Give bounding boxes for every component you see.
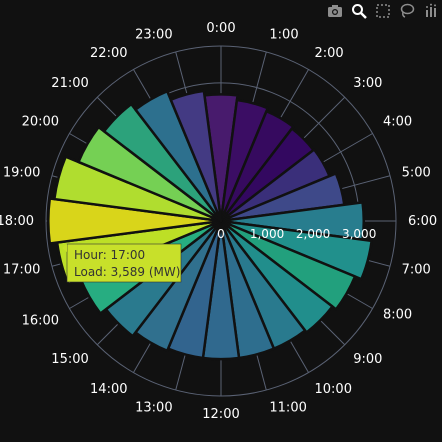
angular-tick-label: 15:00	[51, 352, 88, 367]
angular-tick-label: 19:00	[3, 166, 40, 181]
bar-series	[47, 89, 373, 361]
angular-tick-label: 6:00	[408, 214, 437, 229]
lasso-icon[interactable]	[398, 2, 416, 20]
angular-tick-label: 17:00	[3, 262, 40, 277]
angular-tick-label: 5:00	[402, 166, 431, 181]
angular-tick-label: 13:00	[135, 401, 172, 416]
polar-bar-chart: 0:00 1:00 2:00 3:00 4:00 5:00 6:00 7:00 8:00 9:00…	[0, 21, 437, 422]
hover-tooltip: Hour: 17:00 Load: 3,589 (MW)	[62, 243, 182, 283]
camera-icon[interactable]	[326, 2, 344, 20]
plotly-logo-icon[interactable]	[422, 2, 440, 20]
angular-tick-label: 21:00	[51, 76, 88, 91]
radial-tick-label: 2,000	[296, 227, 330, 241]
angular-tick-label: 12:00	[202, 407, 239, 422]
angular-tick-label: 1:00	[269, 27, 298, 42]
angular-tick-label: 3:00	[353, 76, 382, 91]
angular-tick-label: 0:00	[206, 21, 235, 36]
angular-tick-label: 20:00	[22, 115, 59, 130]
angular-tick-label: 4:00	[383, 115, 412, 130]
angular-tick-label: 18:00	[0, 214, 34, 229]
angular-tick-label: 10:00	[315, 382, 352, 397]
angular-tick-label: 2:00	[315, 46, 344, 61]
radial-tick-label: 1,000	[250, 227, 284, 241]
angular-tick-label: 22:00	[90, 46, 127, 61]
modebar	[326, 2, 440, 20]
tooltip-hour: Hour: 17:00	[74, 248, 145, 262]
angular-tick-label: 9:00	[353, 352, 382, 367]
angular-tick-label: 7:00	[402, 262, 431, 277]
angular-tick-label: 11:00	[269, 401, 306, 416]
select-box-icon[interactable]	[374, 2, 392, 20]
angular-tick-label: 14:00	[90, 382, 127, 397]
angular-tick-label: 23:00	[135, 27, 172, 42]
angular-tick-label: 8:00	[383, 308, 412, 323]
radial-tick-label: 3,000	[342, 227, 376, 241]
angular-tick-label: 16:00	[22, 314, 59, 329]
radial-tick-label: 0	[217, 227, 225, 241]
tooltip-load: Load: 3,589 (MW)	[74, 265, 180, 279]
zoom-icon[interactable]	[350, 2, 368, 20]
